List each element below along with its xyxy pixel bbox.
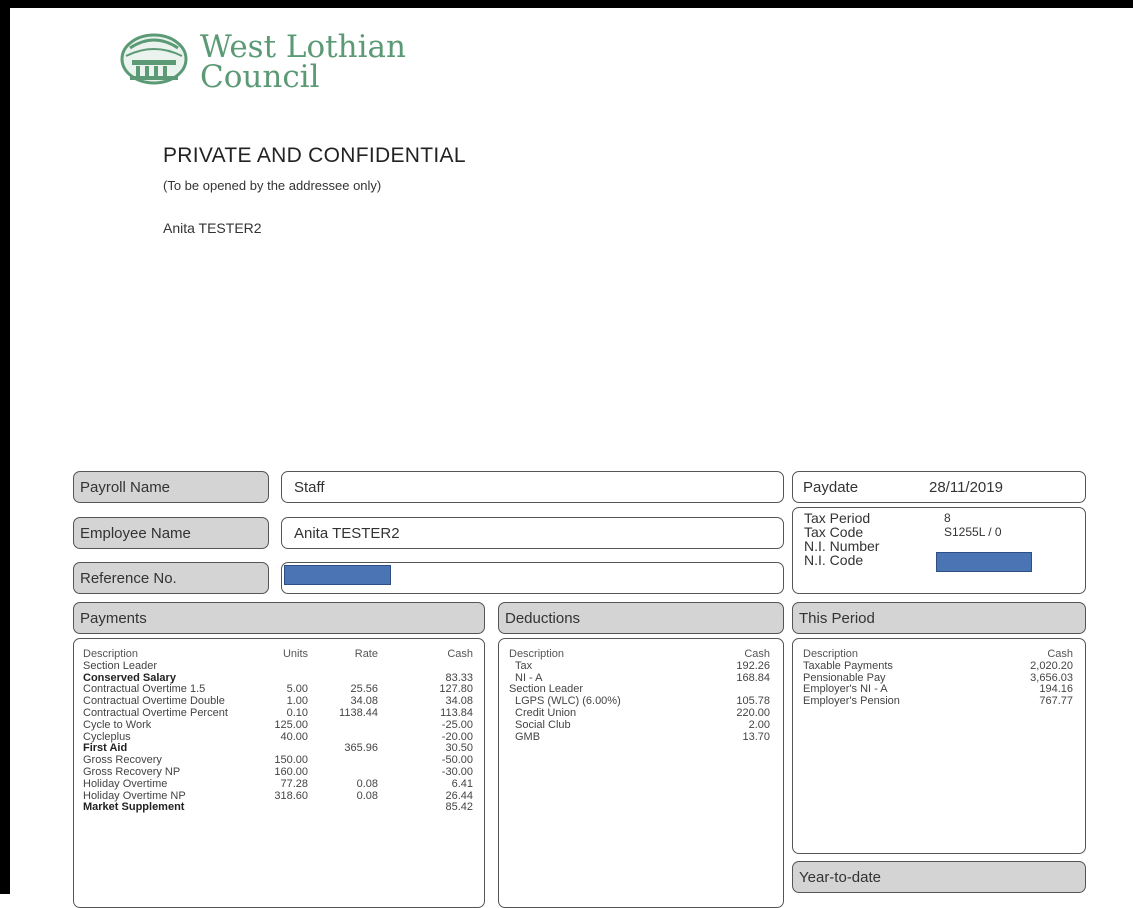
deduction-cash: 13.70 [742,730,770,743]
this-period-description: Taxable Payments [803,659,893,672]
payment-description: Holiday Overtime [83,777,168,790]
deduction-row: Credit Union 220.00 [509,706,770,720]
redacted-reference [284,565,391,585]
payment-units: 0.10 [286,706,308,719]
deductions-table: Description Cash Tax 192.26 NI - A 168.84 Se… [509,648,770,744]
letter-subtitle: (To be opened by the addressee only) [163,178,382,193]
council-name: West Lothian Council [200,29,406,95]
this-period-row: Employer's Pension 767.77 [803,695,1073,708]
this-period-row: Taxable Payments 2,020.20 [803,659,1073,673]
payment-units [258,661,308,673]
deductions-table-header: Description Cash [509,648,770,661]
payments-col-units: Units [282,648,308,660]
payments-table: Description Units Rate Cash Section Lead… [83,648,473,814]
paydate-label: Paydate [803,479,859,496]
payment-description: Gross Recovery NP [83,765,181,778]
payroll-name-label: Payroll Name [73,471,269,503]
ni-number-label: N.I. Number [804,538,880,554]
reference-label: Reference No. [73,562,269,594]
employee-name-value: Anita TESTER2 [281,517,784,549]
deduction-cash: 220.00 [736,706,770,719]
payment-rate [308,767,378,779]
council-emblem-icon [120,33,188,85]
this-period-description: Employer's Pension [803,695,900,708]
payment-rate [308,755,378,767]
payment-row: Cycle to Work 125.00 -25.00 [83,718,473,732]
deduction-row: GMB 13.70 [509,730,770,744]
paydate-value: 28/11/2019 [929,479,1003,496]
payment-rate [308,720,378,732]
council-logo: West Lothian Council [116,26,416,106]
this-period-header: This Period [792,602,1086,634]
payment-rate [308,661,378,673]
payment-rate: 1138.44 [339,706,378,719]
payment-row: Market Supplement 85.42 [83,802,473,814]
payment-units: 40.00 [280,730,308,743]
this-period-cash: 767.77 [1039,695,1073,708]
payment-units: 318.60 [274,789,308,802]
council-name-line1: West Lothian [200,29,406,65]
payroll-name-value: Staff [281,471,784,503]
payment-description: Cycle to Work [83,718,152,731]
deductions-col-description: Description [509,648,565,660]
redacted-ni-number [936,552,1032,572]
tax-period-label: Tax Period [804,510,871,526]
payment-description: Market Supplement [83,801,185,814]
payment-cash: -30.00 [441,765,473,778]
year-to-date-header: Year-to-date [792,861,1086,893]
payment-units: 77.28 [280,777,308,790]
deduction-cash: 192.26 [736,659,770,672]
payments-header: Payments [73,602,485,634]
payment-rate: 0.08 [356,777,378,790]
payment-row: Gross Recovery NP 160.00 -30.00 [83,765,473,779]
payment-units: 160.00 [274,765,308,778]
letter-title: PRIVATE AND CONFIDENTIAL [163,144,466,167]
council-name-line2: Council [200,59,320,95]
payment-units [258,802,308,814]
window-frame-left [0,0,10,894]
payments-col-rate: Rate [354,648,378,660]
tax-period-value: 8 [944,511,951,525]
this-period-cash: 2,020.20 [1030,659,1073,672]
payment-cash: 85.42 [445,801,473,814]
payment-row: Section Leader [83,659,473,673]
window-frame-top [0,0,1133,8]
payment-rate: 365.96 [344,742,378,755]
payment-row: Holiday Overtime 77.28 0.08 6.41 [83,777,473,791]
tax-code-label: Tax Code [804,524,864,540]
deduction-description: Credit Union [515,706,577,719]
ni-code-label: N.I. Code [804,552,864,568]
deduction-description: Tax [515,659,533,672]
addressee-name: Anita TESTER2 [163,220,262,236]
deduction-row: Tax 192.26 [509,659,770,673]
tax-code-value: S1255L / 0 [944,525,1002,539]
this-period-table: Description Cash Taxable Payments 2,020.2… [803,648,1073,708]
payment-rate: 0.08 [356,789,378,802]
payments-col-cash: Cash [447,648,473,660]
payment-units: 125.00 [274,718,308,731]
payment-row: Contractual Overtime Percent 0.10 1138.44 1… [83,706,473,720]
payment-cash: -25.00 [441,718,473,731]
payment-cash [378,661,473,673]
employee-name-label: Employee Name [73,517,269,549]
paydate-box: Paydate 28/11/2019 [792,471,1086,503]
deductions-header: Deductions [498,602,784,634]
payment-description: Contractual Overtime Percent [83,706,228,719]
payment-description: Section Leader [83,659,157,672]
deduction-cash: 2.00 [748,718,770,731]
payment-cash: 113.84 [440,706,473,719]
payment-cash: 6.41 [451,777,473,790]
deduction-cash: 168.84 [736,671,770,684]
payment-rate [308,802,378,814]
deduction-description: Social Club [515,718,571,731]
deduction-description: GMB [515,730,541,743]
payment-row: Cycleplus 40.00 -20.00 [83,730,473,744]
deduction-row: Social Club 2.00 [509,718,770,732]
